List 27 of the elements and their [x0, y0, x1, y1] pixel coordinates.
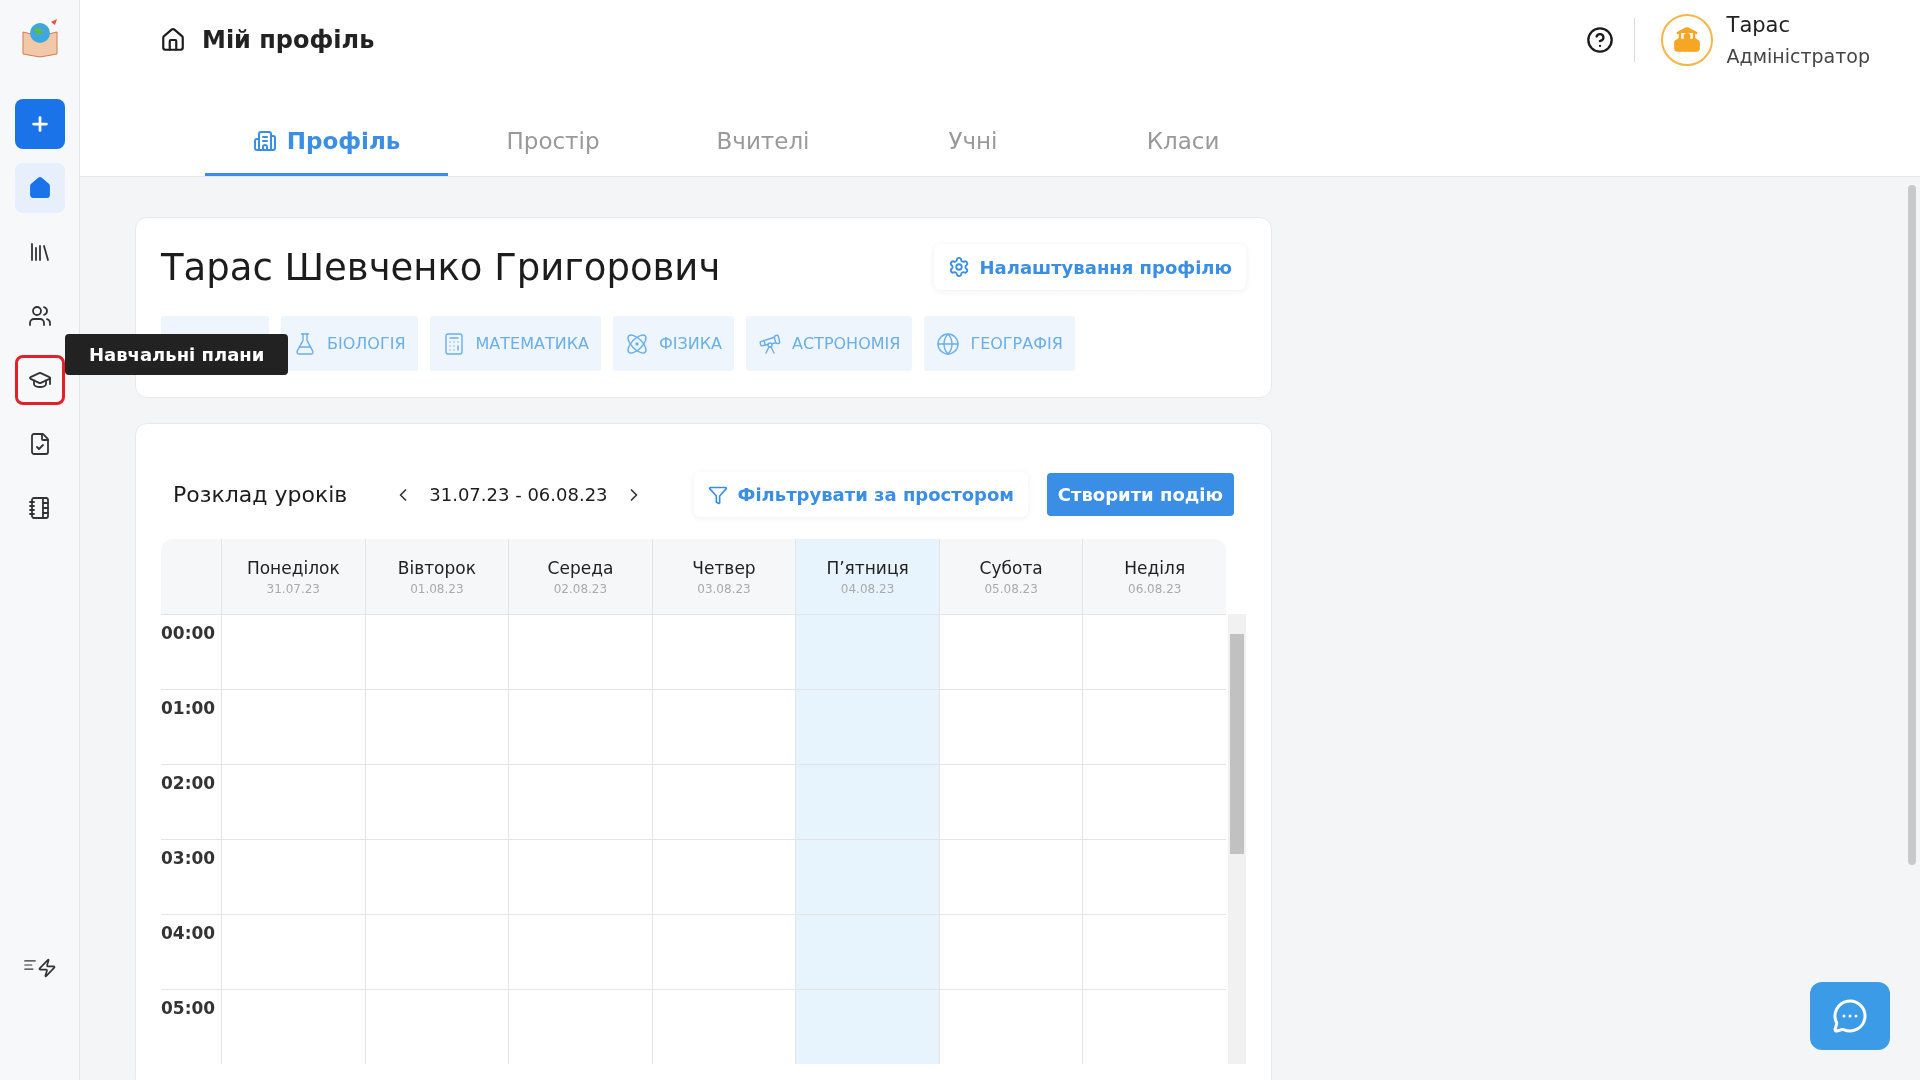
profile-name: Тарас Шевченко Григорович — [161, 245, 721, 289]
filter-button[interactable]: Фільтрувати за простором — [693, 472, 1029, 517]
day-header: Четвер 03.08.23 — [651, 539, 796, 614]
tab[interactable]: Учні — [868, 108, 1078, 176]
page-title: Мій профіль — [202, 26, 375, 54]
tab[interactable]: Простір — [448, 108, 658, 176]
subject-tag[interactable]: ГЕОГРАФІЯ — [924, 316, 1075, 371]
profile-settings-button[interactable]: Налаштування профілю — [933, 244, 1246, 290]
tooltip: Навчальні плани — [65, 334, 289, 375]
tab[interactable]: Класи — [1078, 108, 1288, 176]
create-event-button[interactable]: Створити подію — [1046, 473, 1234, 516]
subject-tag[interactable]: ФІЗИКА — [612, 316, 734, 371]
day-header: Вівторок 01.08.23 — [364, 539, 509, 614]
date-range: 31.07.23 - 06.08.23 — [429, 484, 608, 505]
day-header: Субота 05.08.23 — [938, 539, 1083, 614]
subject-tag[interactable]: АСТРОНОМІЯ — [746, 316, 913, 371]
schedule-title: Розклад уроків — [173, 482, 348, 507]
tab[interactable]: Профіль — [205, 108, 448, 176]
user-role: Адміністратор — [1726, 45, 1870, 67]
day-header: П’ятниця 04.08.23 — [795, 539, 939, 614]
subject-tag[interactable]: БІОЛОГІЯ — [281, 316, 418, 371]
user-name: Тарас — [1726, 13, 1792, 37]
subject-tag[interactable]: МАТЕМАТИКА — [429, 316, 601, 371]
day-header: Неділя 06.08.23 — [1082, 539, 1226, 614]
tab[interactable]: Вчителі — [658, 108, 868, 176]
day-header: Середа 02.08.23 — [508, 539, 652, 614]
day-header: Понеділок 31.07.23 — [221, 539, 365, 614]
